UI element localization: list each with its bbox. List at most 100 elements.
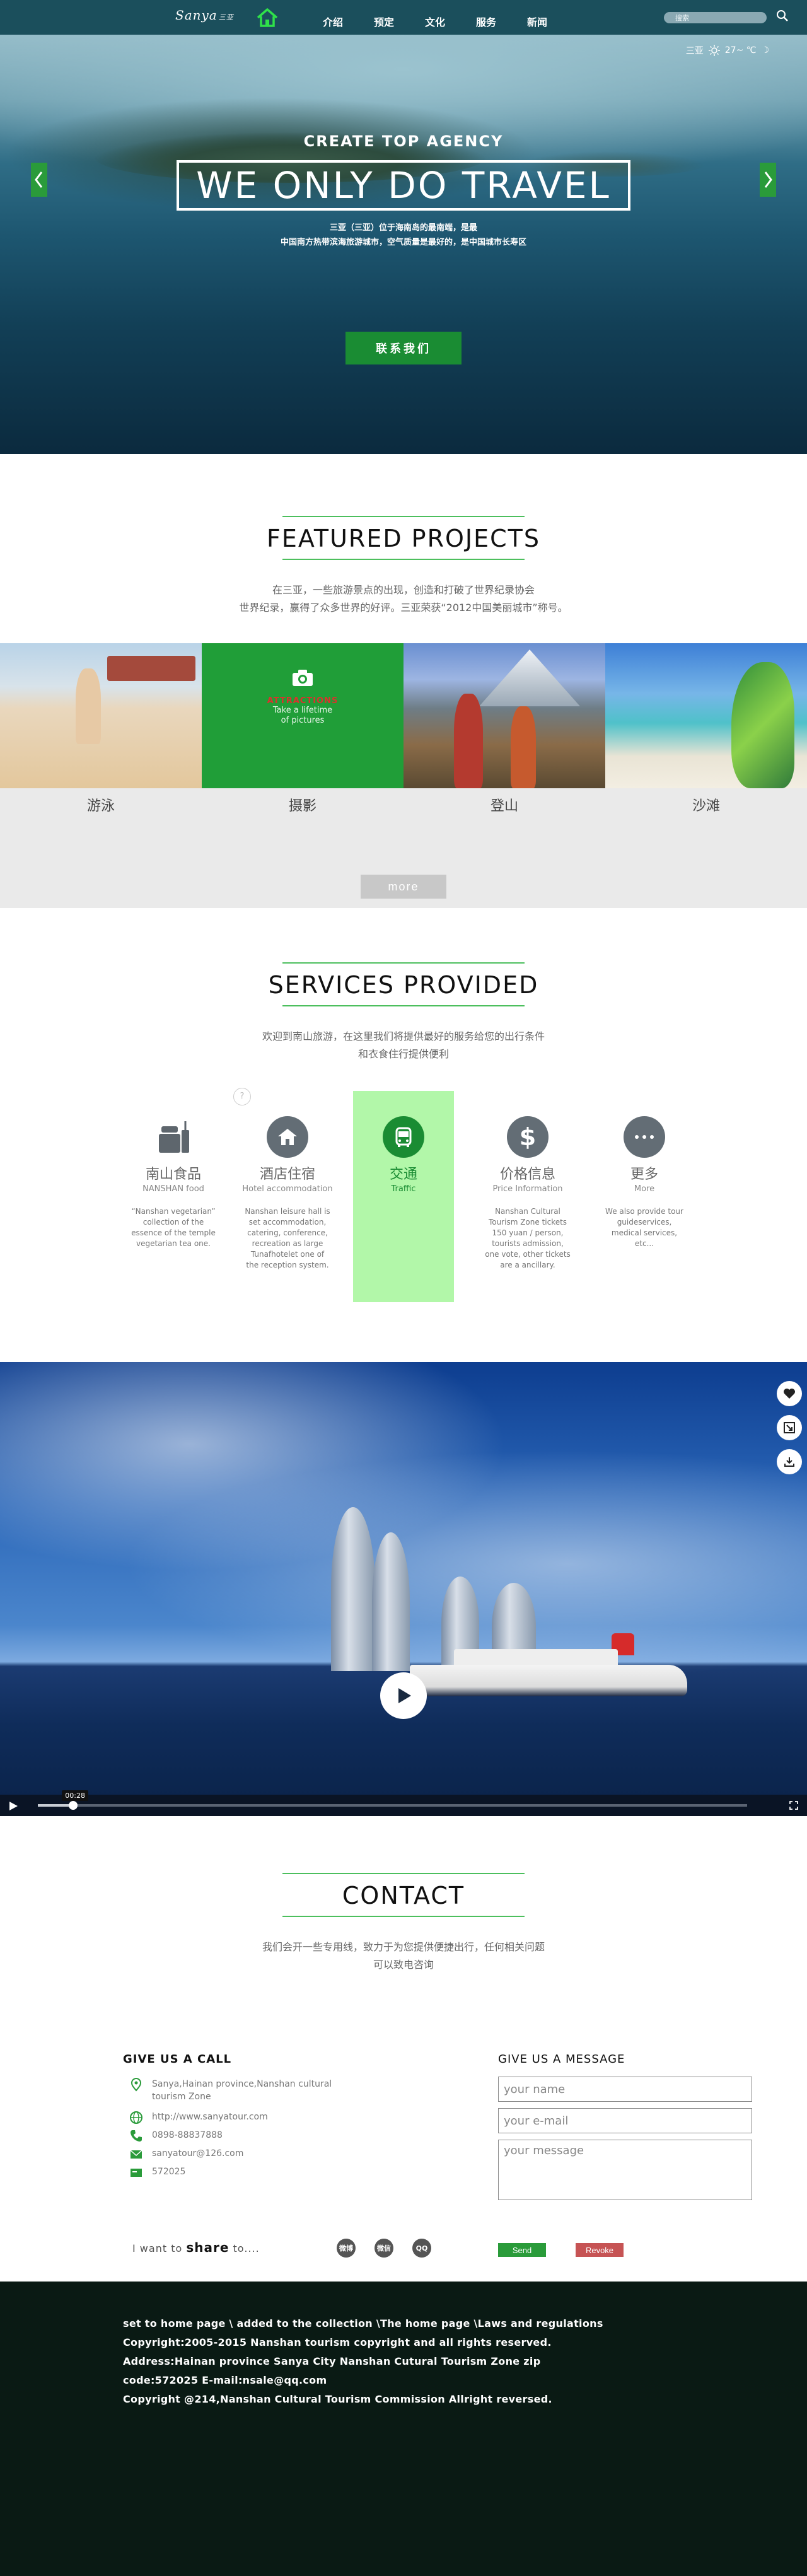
nav-item-intro[interactable]: 介绍	[323, 14, 374, 29]
name-input[interactable]	[498, 2077, 752, 2102]
service-hotel[interactable]: 酒店住宿 Hotel accommodation Nanshan leisure…	[237, 1091, 338, 1271]
more-button[interactable]: more	[361, 875, 446, 899]
chevron-left-icon	[35, 172, 43, 188]
person-figure	[76, 668, 101, 744]
hiking-image[interactable]	[404, 643, 605, 788]
top-navigation: Sanya 三亚 介绍 预定 文化 服务 新闻	[0, 0, 807, 35]
feature-label-photography[interactable]: 摄影	[202, 795, 404, 815]
qq-icon[interactable]: QQ	[412, 2239, 431, 2258]
carousel-prev-button[interactable]	[31, 163, 47, 197]
nav-item-booking[interactable]: 预定	[374, 14, 425, 29]
send-button[interactable]: Send	[498, 2243, 546, 2257]
time-tooltip: 00:28	[62, 1790, 88, 1801]
phone-row: 0898-88837888	[129, 2129, 223, 2143]
feature-label-swimming[interactable]: 游泳	[0, 795, 202, 815]
featured-projects-section: FEATURED PROJECTS 在三亚，一些旅游景点的出现，创造和打破了世界…	[0, 454, 807, 908]
heart-icon	[784, 1389, 795, 1399]
nav-menu: 介绍 预定 文化 服务 新闻	[323, 14, 578, 29]
email-input[interactable]	[498, 2108, 752, 2133]
bus-icon	[383, 1116, 424, 1158]
footer-address: Address:Hainan province Sanya City Nansh…	[123, 2355, 541, 2367]
feature-label-beach[interactable]: 沙滩	[605, 795, 807, 815]
photography-overlay: ATTRACTIONS Take a lifetime of pictures	[202, 668, 404, 726]
hero-banner: Sanya三亚 介绍 预定 文化 服务 新闻 三亚	[0, 0, 807, 454]
hero-title: WE ONLY DO TRAVEL	[177, 160, 630, 211]
progress-fill	[38, 1804, 74, 1807]
footer-links[interactable]: set to home page \ added to the collecti…	[123, 2314, 807, 2333]
house-icon	[267, 1116, 308, 1158]
title-divider	[282, 962, 525, 964]
email-row[interactable]: sanyatour@126.com	[129, 2147, 243, 2161]
mail-icon	[130, 2150, 142, 2159]
progress-knob[interactable]	[69, 1801, 78, 1810]
call-title: GIVE US A CALL	[123, 2053, 232, 2066]
moon-icon: ☽	[761, 45, 769, 55]
fullscreen-icon[interactable]	[789, 1801, 798, 1810]
dollar-icon: $	[507, 1116, 549, 1158]
title-divider	[282, 1873, 525, 1874]
phone-icon	[131, 2130, 142, 2142]
featured-title: FEATURED PROJECTS	[266, 525, 540, 552]
swimming-image[interactable]	[0, 643, 202, 788]
photography-image[interactable]: ATTRACTIONS Take a lifetime of pictures	[202, 643, 404, 788]
nav-item-service[interactable]: 服务	[476, 14, 527, 29]
video-side-tools	[777, 1381, 802, 1474]
search-icon[interactable]	[776, 9, 789, 22]
weather-temp: 27~ ℃	[724, 45, 757, 55]
play-icon	[398, 1688, 411, 1703]
hiker-figure	[511, 706, 536, 788]
hero-description: 三亚（三亚）位于海南岛的最南端，是最 中国南方热带滨海旅游城市，空气质量是最好的…	[280, 223, 526, 247]
globe-icon	[130, 2111, 142, 2124]
feature-label-hiking[interactable]: 登山	[404, 795, 605, 815]
service-price[interactable]: $ 价格信息 Price Information Nanshan Cultura…	[477, 1091, 578, 1271]
tower-shape	[372, 1532, 410, 1671]
nav-item-culture[interactable]: 文化	[425, 14, 476, 29]
beach-image[interactable]	[605, 643, 807, 788]
like-button[interactable]	[777, 1381, 802, 1406]
title-divider	[282, 559, 525, 560]
tower-shape	[331, 1507, 375, 1671]
contact-section: CONTACT 我们会开一些专用线，致力于为您提供便捷出行，任何相关问题 可以致…	[0, 1816, 807, 2576]
footer: set to home page \ added to the collecti…	[0, 2282, 807, 2576]
message-title: GIVE US A MESSAGE	[498, 2053, 625, 2066]
service-food[interactable]: 南山食品 NANSHAN food “Nanshan vegetarian” c…	[123, 1091, 224, 1249]
contact-us-button[interactable]: 联系我们	[345, 332, 462, 364]
scarf-figure	[731, 662, 794, 788]
services-section: SERVICES PROVIDED 欢迎到南山旅游，在这里我们将提供最好的服务给…	[0, 908, 807, 1362]
service-more[interactable]: 更多 More We also provide tour guideservic…	[594, 1091, 695, 1249]
video-player[interactable]: 00:28	[0, 1362, 807, 1816]
title-divider	[282, 516, 525, 517]
control-play-icon[interactable]	[8, 1800, 19, 1812]
video-progress-bar[interactable]: 00:28	[38, 1790, 747, 1810]
hero-subtitle: CREATE TOP AGENCY	[303, 132, 504, 150]
play-button[interactable]	[380, 1672, 427, 1719]
carousel-next-button[interactable]	[760, 163, 776, 197]
revoke-button[interactable]: Revoke	[576, 2243, 624, 2257]
footer-zip-email: code:572025 E-mail:nsale@qq.com	[123, 2374, 327, 2386]
pavilion-shape	[107, 656, 195, 681]
search-input[interactable]	[664, 12, 767, 23]
website-row[interactable]: http://www.sanyatour.com	[129, 2111, 268, 2124]
home-icon[interactable]	[256, 8, 279, 28]
mountain-shape	[479, 650, 580, 706]
message-textarea[interactable]	[498, 2140, 752, 2200]
wechat-icon[interactable]: 微信	[374, 2239, 393, 2258]
weather-widget: 三亚 27~ ℃ ☽	[686, 44, 769, 57]
service-traffic[interactable]: 交通 Traffic	[353, 1091, 454, 1302]
logo[interactable]: Sanya 三亚	[175, 8, 234, 23]
nav-item-news[interactable]: 新闻	[527, 14, 578, 29]
video-controls: 00:28	[0, 1790, 807, 1816]
pip-button[interactable]	[777, 1415, 802, 1440]
hiker-figure	[454, 694, 483, 788]
chevron-right-icon	[764, 172, 772, 188]
weibo-icon[interactable]: 微博	[337, 2239, 356, 2258]
sun-icon	[708, 45, 720, 56]
cruise-ship	[410, 1665, 687, 1696]
camera-icon	[293, 670, 313, 686]
contact-title: CONTACT	[342, 1882, 465, 1909]
download-icon	[784, 1457, 794, 1467]
share-text: I want to share to....	[132, 2240, 260, 2255]
download-button[interactable]	[777, 1449, 802, 1474]
address-row: Sanya,Hainan province,Nanshan cultural t…	[129, 2078, 356, 2103]
services-description: 欢迎到南山旅游，在这里我们将提供最好的服务给您的出行条件 和衣食住行提供便利	[262, 1030, 545, 1060]
